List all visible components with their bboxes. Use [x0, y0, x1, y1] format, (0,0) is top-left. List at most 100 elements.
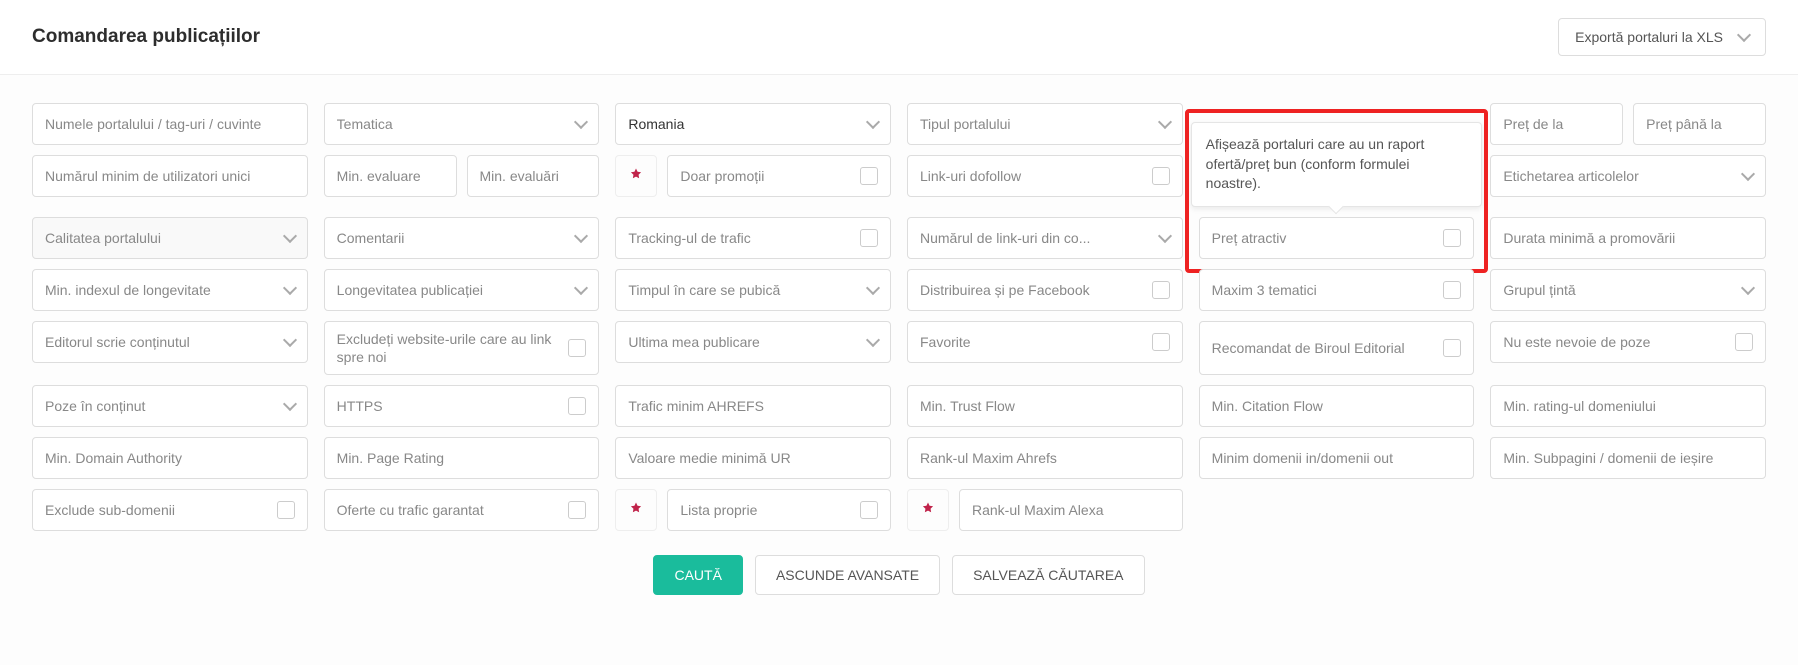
checkbox-icon[interactable]	[860, 501, 878, 519]
min-users-field[interactable]	[45, 168, 295, 184]
favorite-label: Favorite	[920, 334, 1144, 350]
chevron-down-icon	[866, 115, 880, 129]
attractive-price-toggle[interactable]: Preț atractiv	[1199, 217, 1475, 259]
min-users-input[interactable]	[32, 155, 308, 197]
pub-longevity-select[interactable]: Longevitatea publicației	[324, 269, 600, 311]
portal-name-field[interactable]	[45, 116, 295, 132]
checkbox-icon[interactable]	[277, 501, 295, 519]
min-domains-input[interactable]	[1199, 437, 1475, 479]
checkbox-icon[interactable]	[568, 501, 586, 519]
no-photos-toggle[interactable]: Nu este nevoie de poze	[1490, 321, 1766, 363]
min-subpages-input[interactable]	[1490, 437, 1766, 479]
max-alexa-badge-icon	[907, 489, 949, 531]
min-citation-flow-input[interactable]	[1199, 385, 1475, 427]
portal-type-select[interactable]: Tipul portalului	[907, 103, 1183, 145]
portal-name-input[interactable]	[32, 103, 308, 145]
chevron-down-icon	[574, 229, 588, 243]
fb-dist-toggle[interactable]: Distribuirea și pe Facebook	[907, 269, 1183, 311]
theme-select[interactable]: Tematica	[324, 103, 600, 145]
checkbox-icon[interactable]	[568, 397, 586, 415]
dofollow-toggle[interactable]: Link-uri dofollow	[907, 155, 1183, 197]
max-alexa-field[interactable]	[972, 502, 1170, 518]
last-publish-select[interactable]: Ultima mea publicare	[615, 321, 891, 363]
editor-writes-select[interactable]: Editorul scrie conținutul	[32, 321, 308, 363]
last-publish-label: Ultima mea publicare	[628, 334, 860, 350]
only-promo-toggle[interactable]: Doar promoții	[667, 155, 891, 197]
tooltip-text: Afișează portaluri care au un raport ofe…	[1206, 136, 1425, 191]
max-ahrefs-rank-field[interactable]	[920, 450, 1170, 466]
comments-select[interactable]: Comentarii	[324, 217, 600, 259]
min-da-field[interactable]	[45, 450, 295, 466]
price-to-input[interactable]	[1633, 103, 1766, 145]
recommended-toggle[interactable]: Recomandat de Biroul Editorial	[1199, 321, 1475, 375]
save-search-button[interactable]: SALVEAZĂ CĂUTAREA	[952, 555, 1144, 595]
chevron-down-icon	[283, 229, 297, 243]
favorite-toggle[interactable]: Favorite	[907, 321, 1183, 363]
checkbox-icon[interactable]	[860, 167, 878, 185]
longevity-index-label: Min. indexul de longevitate	[45, 282, 277, 298]
publish-time-select[interactable]: Timpul în care se pubică	[615, 269, 891, 311]
checkbox-icon[interactable]	[1443, 339, 1461, 357]
checkbox-icon[interactable]	[1152, 167, 1170, 185]
checkbox-icon[interactable]	[860, 229, 878, 247]
own-list-toggle[interactable]: Lista proprie	[667, 489, 891, 531]
min-eval-from-field[interactable]	[337, 168, 444, 184]
hide-advanced-button[interactable]: ASCUNDE AVANSATE	[755, 555, 940, 595]
quality-select[interactable]: Calitatea portalului	[32, 217, 308, 259]
chevron-down-icon	[1158, 229, 1172, 243]
checkbox-icon[interactable]	[1735, 333, 1753, 351]
min-citation-flow-field[interactable]	[1212, 398, 1462, 414]
target-group-select[interactable]: Grupul țintă	[1490, 269, 1766, 311]
promo-duration-input[interactable]	[1490, 217, 1766, 259]
min-pr-input[interactable]	[324, 437, 600, 479]
export-xls-label: Exportă portaluri la XLS	[1575, 29, 1723, 45]
num-links-select[interactable]: Numărul de link-uri din co...	[907, 217, 1183, 259]
price-to-field[interactable]	[1646, 116, 1753, 132]
article-label-select[interactable]: Etichetarea articolelor	[1490, 155, 1766, 197]
exclude-sub-toggle[interactable]: Exclude sub-domenii	[32, 489, 308, 531]
exclude-linkback-toggle[interactable]: Excludeți website-urile care au link spr…	[324, 321, 600, 375]
attractive-price-label: Preț atractiv	[1212, 230, 1436, 246]
checkbox-icon[interactable]	[1152, 333, 1170, 351]
checkbox-icon[interactable]	[1152, 281, 1170, 299]
promo-duration-field[interactable]	[1503, 230, 1753, 246]
price-from-input[interactable]	[1490, 103, 1623, 145]
checkbox-icon[interactable]	[1443, 229, 1461, 247]
min-domains-field[interactable]	[1212, 450, 1462, 466]
avg-ur-field[interactable]	[628, 450, 878, 466]
max3themes-toggle[interactable]: Maxim 3 tematici	[1199, 269, 1475, 311]
max-ahrefs-rank-input[interactable]	[907, 437, 1183, 479]
country-select[interactable]: Romania	[615, 103, 891, 145]
page-title: Comandarea publicațiilor	[32, 26, 260, 48]
article-label-text: Etichetarea articolelor	[1503, 168, 1735, 184]
export-xls-button[interactable]: Exportă portaluri la XLS	[1558, 18, 1766, 56]
avg-ur-input[interactable]	[615, 437, 891, 479]
longevity-index-select[interactable]: Min. indexul de longevitate	[32, 269, 308, 311]
search-button[interactable]: CAUTĂ	[653, 555, 742, 595]
min-subpages-field[interactable]	[1503, 450, 1753, 466]
ahrefs-traffic-input[interactable]	[615, 385, 891, 427]
min-trust-flow-field[interactable]	[920, 398, 1170, 414]
checkbox-icon[interactable]	[568, 339, 586, 357]
traffic-tracking-toggle[interactable]: Tracking-ul de trafic	[615, 217, 891, 259]
min-eval-to-field[interactable]	[480, 168, 587, 184]
chevron-down-icon	[1158, 115, 1172, 129]
min-eval-to-input[interactable]	[467, 155, 600, 197]
photos-in-select[interactable]: Poze în conținut	[32, 385, 308, 427]
https-toggle[interactable]: HTTPS	[324, 385, 600, 427]
min-da-input[interactable]	[32, 437, 308, 479]
guaranteed-traffic-toggle[interactable]: Oferte cu trafic garantat	[324, 489, 600, 531]
min-domain-rating-field[interactable]	[1503, 398, 1753, 414]
min-trust-flow-input[interactable]	[907, 385, 1183, 427]
max-alexa-input[interactable]	[959, 489, 1183, 531]
price-from-field[interactable]	[1503, 116, 1610, 132]
theme-label: Tematica	[337, 116, 569, 132]
max3themes-label: Maxim 3 tematici	[1212, 282, 1436, 298]
min-domain-rating-input[interactable]	[1490, 385, 1766, 427]
checkbox-icon[interactable]	[1443, 281, 1461, 299]
fb-dist-label: Distribuirea și pe Facebook	[920, 282, 1144, 298]
ahrefs-traffic-field[interactable]	[628, 398, 878, 414]
min-pr-field[interactable]	[337, 450, 587, 466]
attractive-price-tooltip: Afișează portaluri care au un raport ofe…	[1191, 122, 1483, 207]
min-eval-from-input[interactable]	[324, 155, 457, 197]
